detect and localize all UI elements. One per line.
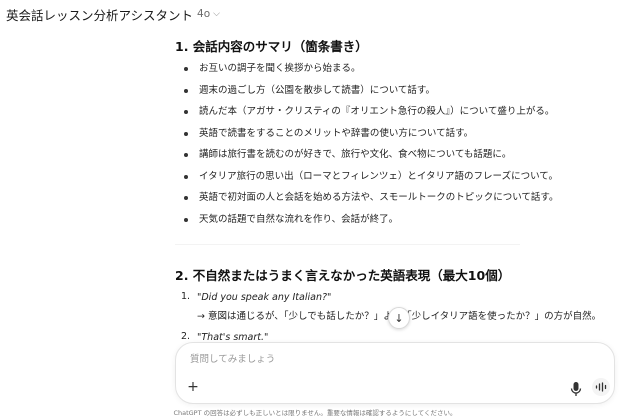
- assistant-message: 1. 会話内容のサマリ（箇条書き） お互いの調子を聞く挨拶から始まる。 週末の過…: [175, 38, 558, 235]
- header-bar: 英会話レッスン分析アシスタント 4o ⌵: [0, 0, 630, 28]
- summary-list: お互いの調子を聞く挨拶から始まる。 週末の過ごし方（公園を散歩して読書）について…: [175, 62, 558, 235]
- expression-explanation: → 意図は通じるが、「少しでも話したか？」より「少しイタリア語を使ったか？」の方…: [197, 311, 601, 322]
- mic-icon[interactable]: [569, 381, 583, 397]
- message-composer: +: [175, 342, 615, 404]
- summary-item: 英語で初対面の人と会話を始める方法や、スモールトークのトピックについて話す。: [175, 191, 558, 213]
- summary-item: イタリア旅行の思い出（ローマとフィレンツェ）とイタリア語のフレーズについて。: [175, 170, 558, 192]
- plus-icon[interactable]: +: [186, 379, 200, 395]
- voice-mode-icon[interactable]: [592, 378, 610, 396]
- summary-item: 読んだ本（アガサ・クリスティの『オリエント急行の殺人』）について盛り上がる。: [175, 105, 554, 127]
- divider: [175, 244, 520, 245]
- summary-item: 天気の話題で自然な流れを作り、会話が終了。: [175, 213, 520, 235]
- chevron-down-icon[interactable]: ⌵: [213, 9, 220, 19]
- prompt-input[interactable]: [190, 351, 570, 367]
- scroll-down-button[interactable]: ↓: [388, 307, 410, 329]
- expressions-section: 2. 不自然またはうまく言えなかった英語表現（最大10個） 1. "Did yo…: [175, 267, 601, 345]
- list-item: 1. "Did you speak any Italian?" → 意図は通じる…: [175, 291, 601, 329]
- item-number: 2.: [181, 331, 191, 342]
- expressions-heading: 2. 不自然またはうまく言えなかった英語表現（最大10個）: [175, 268, 511, 283]
- summary-heading: 1. 会話内容のサマリ（箇条書き）: [175, 39, 368, 54]
- expression-quote: "Did you speak any Italian?": [197, 292, 332, 303]
- item-number: 1.: [181, 291, 191, 302]
- expressions-list: 1. "Did you speak any Italian?" → 意図は通じる…: [175, 291, 601, 345]
- summary-item: 英語で読書をすることのメリットや辞書の使い方について話す。: [175, 127, 520, 149]
- summary-item: お互いの調子を聞く挨拶から始まる。: [175, 62, 520, 84]
- gpt-title[interactable]: 英会話レッスン分析アシスタント: [6, 5, 193, 24]
- summary-item: 講師は旅行書を読むのが好きで、旅行や文化、食べ物についても話題に。: [175, 148, 520, 170]
- summary-item: 週末の過ごし方（公園を散歩して読書）について話す。: [175, 84, 520, 106]
- arrow-down-icon: ↓: [394, 311, 404, 325]
- disclaimer: ChatGPT の回答は必ずしも正しいとは限りません。重要な情報は確認するように…: [173, 409, 457, 417]
- model-selector[interactable]: 4o: [197, 8, 210, 20]
